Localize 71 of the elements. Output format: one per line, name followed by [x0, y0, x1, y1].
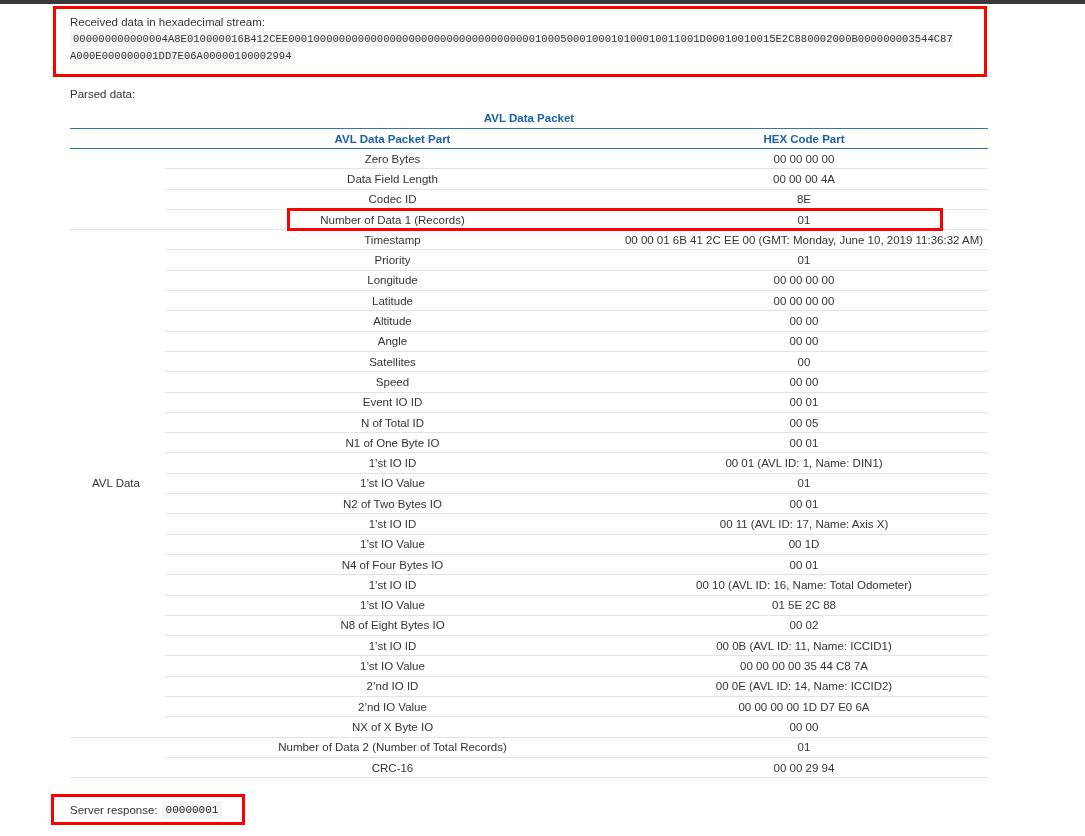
table-cell: 00 0E (AVL ID: 14, Name: ICCID2) — [620, 676, 988, 697]
table-cell: Data Field Length — [165, 168, 620, 190]
table-cell: Event IO ID — [165, 392, 620, 413]
table-cell: 00 00 00 00 — [620, 148, 988, 169]
response-value: 00000001 — [161, 800, 223, 819]
response-label: Server response: — [70, 803, 158, 816]
table-cell: Number of Data 1 (Records) — [165, 209, 620, 230]
table-cell: N1 of One Byte IO — [165, 432, 620, 453]
table-cell: 00 00 01 6B 41 2C EE 00 (GMT: Monday, June 10, 2019 11:36:32 AM) — [620, 229, 988, 250]
table-cell: N8 of Eight Bytes IO — [165, 615, 620, 636]
column-header: HEX Code Part — [620, 128, 988, 149]
table-cell: 2’nd IO ID — [165, 676, 620, 697]
table-cell: 8E — [620, 189, 988, 210]
table-cell: Satellites — [165, 351, 620, 372]
table-cell: 00 00 00 00 — [620, 290, 988, 311]
table-cell: N4 of Four Bytes IO — [165, 554, 620, 575]
table-cell: 00 0B (AVL ID: 11, Name: ICCID1) — [620, 635, 988, 656]
table-cell: N of Total ID — [165, 412, 620, 433]
table-cell: 01 — [620, 250, 988, 271]
table-cell: 1’st IO Value — [165, 655, 620, 677]
table-cell: 00 00 00 00 — [620, 270, 988, 291]
table-cell: 1’st IO ID — [165, 574, 620, 596]
table-cell: Latitude — [165, 290, 620, 311]
table-cell: 01 — [620, 737, 988, 758]
table-cell: 00 01 — [620, 432, 988, 453]
table-cell: 1’st IO Value — [165, 534, 620, 555]
table-cell: Priority — [165, 250, 620, 271]
table-cell: Longitude — [165, 270, 620, 291]
table-cell: 00 00 29 94 — [620, 757, 988, 778]
stream-label: Received data in hexadecimal stream: — [70, 16, 266, 28]
table-title: AVL Data Packet — [482, 112, 576, 126]
table-cell: Altitude — [165, 310, 620, 332]
table-cell: 00 1D — [620, 534, 988, 555]
table-cell: 1’st IO Value — [165, 595, 620, 616]
column-header: AVL Data Packet Part — [165, 128, 620, 149]
table-cell: 2’nd IO Value — [165, 696, 620, 717]
table-cell: 1’st IO ID — [165, 452, 620, 474]
table-cell: Speed — [165, 371, 620, 393]
table-cell: 00 — [620, 351, 988, 372]
parsed-label: Parsed data: — [70, 88, 137, 100]
table-cell: 00 00 — [620, 310, 988, 332]
table-cell: 00 00 — [620, 716, 988, 738]
table-cell: 1’st IO Value — [165, 473, 620, 494]
table-cell: Angle — [165, 331, 620, 352]
table-cell: Timestamp — [165, 229, 620, 250]
table-cell: CRC-16 — [165, 757, 620, 778]
table-cell: 00 01 (AVL ID: 1, Name: DIN1) — [620, 452, 988, 474]
table-cell: 00 00 — [620, 371, 988, 393]
table-cell: 00 01 — [620, 392, 988, 413]
table-cell: 00 02 — [620, 615, 988, 636]
table-cell: Number of Data 2 (Number of Total Records) — [165, 737, 620, 758]
table-cell: Codec ID — [165, 189, 620, 210]
table-cell: 00 05 — [620, 412, 988, 433]
table-cell: 1’st IO ID — [165, 635, 620, 656]
table-cell: 00 01 — [620, 554, 988, 575]
table-cell: N2 of Two Bytes IO — [165, 493, 620, 514]
table-cell: 00 00 — [620, 331, 988, 352]
group-label: AVL Data — [70, 229, 165, 738]
table-cell: 1’st IO ID — [165, 513, 620, 535]
table-cell: 00 10 (AVL ID: 16, Name: Total Odometer) — [620, 574, 988, 596]
table-cell: 00 01 — [620, 493, 988, 514]
table-cell: 00 11 (AVL ID: 17, Name: Axis X) — [620, 513, 988, 535]
hex-stream: 000000000000004A8E010000016B412CEE00010000000000000000000000000000000000010005000100010100010011001D00010010015E2C880002000B000000003544C87A000E000000001DD7E06A00000100002994 — [70, 31, 954, 65]
table-cell: 00 00 00 00 1D D7 E0 6A — [620, 696, 988, 717]
table-cell: 00 00 00 00 35 44 C8 7A — [620, 655, 988, 677]
table-cell: 01 — [620, 209, 988, 230]
table-cell: 01 5E 2C 88 — [620, 595, 988, 616]
table-cell: NX of X Byte IO — [165, 716, 620, 738]
table-cell: 00 00 00 4A — [620, 168, 988, 190]
table-cell: Zero Bytes — [165, 148, 620, 169]
table-cell: 01 — [620, 473, 988, 494]
